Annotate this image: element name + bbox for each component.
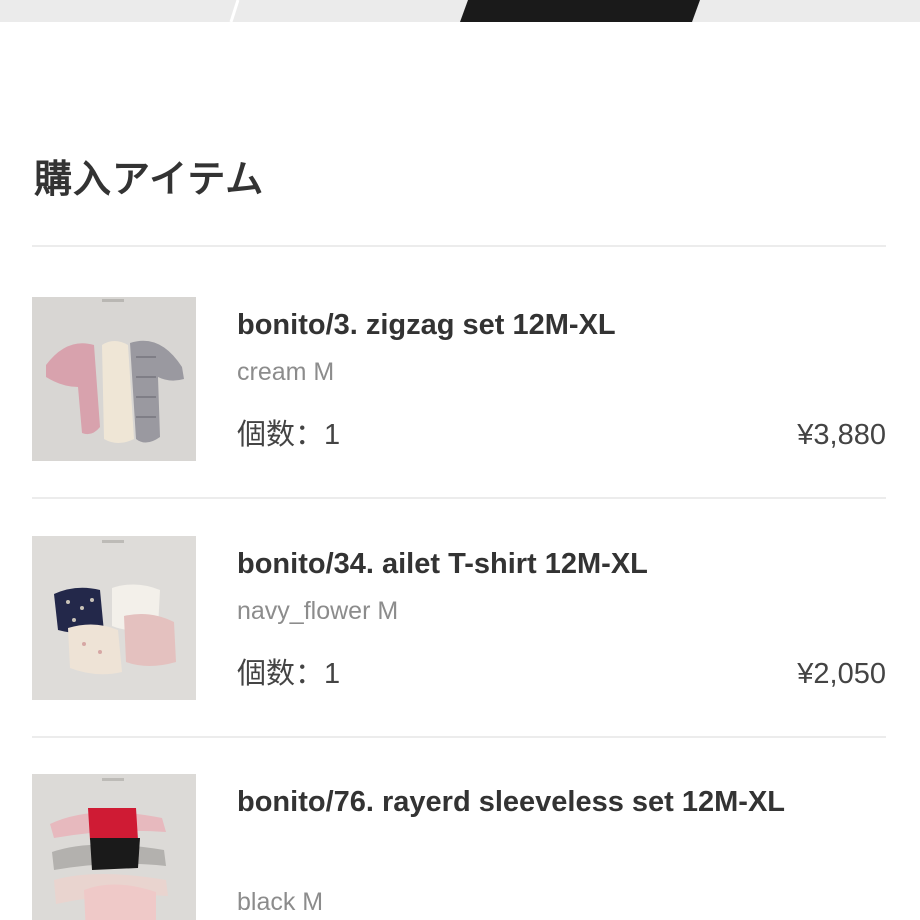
product-name[interactable]: bonito/76. rayerd sleeveless set 12M-XL xyxy=(237,776,817,828)
order-item[interactable]: bonito/34. ailet T-shirt 12M-XL navy_flo… xyxy=(32,536,886,700)
step-bar-graphic xyxy=(0,0,920,22)
step-active-segment xyxy=(460,0,700,22)
section-title: 購入アイテム xyxy=(34,159,265,201)
item-divider xyxy=(32,497,886,499)
product-name[interactable]: bonito/3. zigzag set 12M-XL xyxy=(237,299,817,351)
section-divider xyxy=(32,245,886,247)
clothing-photo-icon xyxy=(32,536,196,700)
product-variant: cream M xyxy=(237,358,335,386)
clothing-photo-icon xyxy=(32,297,196,461)
order-items-page: 購入アイテム bonito/3. zigzag set 12M-XL cream… xyxy=(0,0,920,920)
product-variant: navy_flower M xyxy=(237,597,399,625)
product-variant: black M xyxy=(237,888,324,916)
order-item[interactable]: bonito/3. zigzag set 12M-XL cream M 個数：1… xyxy=(32,297,886,461)
product-price: ¥3,880 xyxy=(797,419,886,451)
clothing-photo-icon xyxy=(32,774,196,920)
order-item[interactable]: bonito/76. rayerd sleeveless set 12M-XL … xyxy=(32,774,886,920)
product-quantity: 個数：1 xyxy=(237,658,341,690)
product-thumbnail[interactable] xyxy=(32,536,196,700)
product-thumbnail[interactable] xyxy=(32,297,196,461)
product-thumbnail[interactable] xyxy=(32,774,196,920)
product-quantity: 個数：1 xyxy=(237,419,341,451)
checkout-step-indicator xyxy=(0,0,920,22)
item-divider xyxy=(32,736,886,738)
product-price: ¥2,050 xyxy=(797,658,886,690)
product-name[interactable]: bonito/34. ailet T-shirt 12M-XL xyxy=(237,538,817,590)
